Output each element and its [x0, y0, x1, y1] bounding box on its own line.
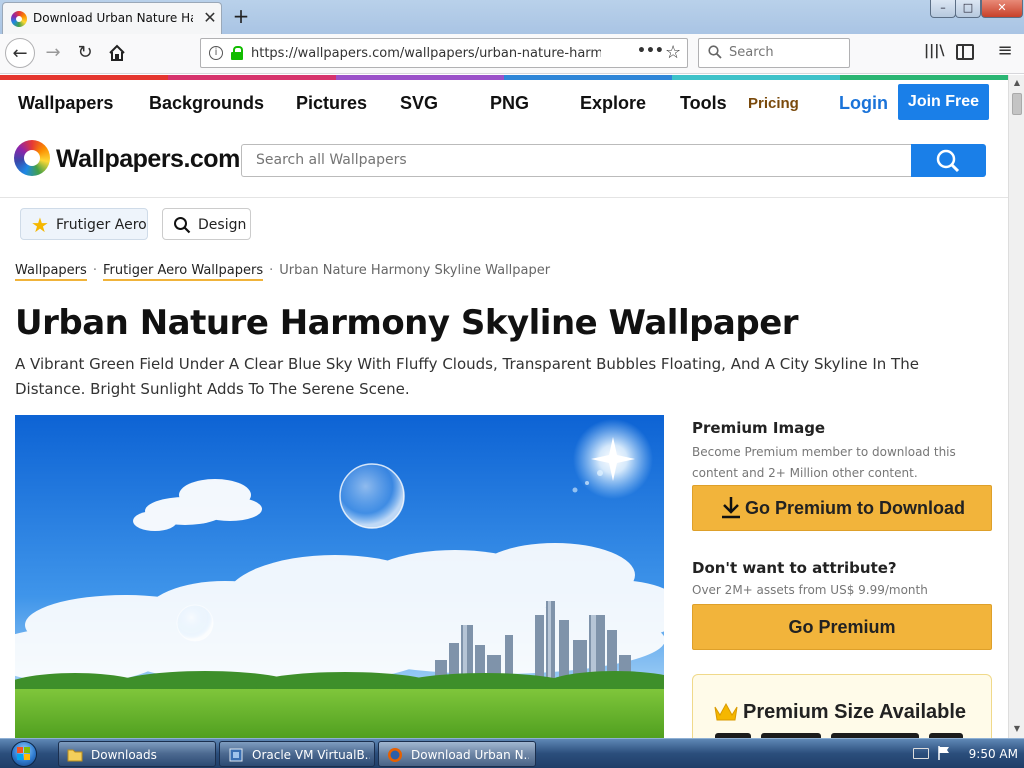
download-button-label: Go Premium to Download: [744, 498, 965, 518]
premium-panel: Premium Image Become Premium member to d…: [692, 415, 992, 738]
taskbar-clock[interactable]: 9:50 AM: [968, 747, 1018, 761]
attribution-price-text: Over 2M+ assets from US$ 9.99/month: [692, 583, 928, 597]
taskbar-label: Downloads: [91, 748, 157, 762]
minimize-button[interactable]: –: [930, 0, 956, 18]
reload-icon[interactable]: ↻: [70, 38, 100, 68]
wallpapers-favicon-icon: [11, 11, 27, 27]
breadcrumb-separator: ·: [269, 263, 274, 278]
close-window-button[interactable]: ✕: [981, 0, 1023, 18]
premium-title: Premium Image: [692, 419, 826, 437]
nav-backgrounds[interactable]: Backgrounds: [149, 93, 264, 114]
virtualbox-icon: [229, 748, 243, 762]
download-icon: [721, 497, 740, 519]
site-logo-text[interactable]: Wallpapers.com: [56, 145, 240, 174]
taskbar-item-firefox[interactable]: Download Urban N...: [378, 741, 536, 767]
scroll-up-arrow-icon[interactable]: ▲: [1009, 75, 1024, 91]
nav-pictures[interactable]: Pictures: [296, 93, 367, 114]
action-center-flag-icon[interactable]: [937, 745, 951, 761]
page-viewport: Wallpapers Backgrounds Pictures SVG PNG …: [0, 75, 1008, 738]
folder-icon: [67, 749, 83, 762]
url-text[interactable]: https://wallpapers.com/wallpapers/urban-…: [251, 46, 601, 61]
taskbar-item-virtualbox[interactable]: Oracle VM VirtualB...: [219, 741, 375, 767]
taskbar-label: Download Urban N...: [411, 748, 529, 762]
nav-png[interactable]: PNG: [490, 93, 529, 114]
search-icon: [174, 217, 191, 234]
attribution-title: Don't want to attribute?: [692, 559, 897, 577]
go-premium-download-button[interactable]: Go Premium to Download: [692, 485, 992, 531]
keyboard-icon[interactable]: [913, 748, 929, 759]
taskbar-label: Oracle VM VirtualB...: [252, 748, 370, 762]
nav-tools[interactable]: Tools: [680, 93, 727, 114]
lock-icon[interactable]: [231, 46, 243, 60]
home-icon[interactable]: [102, 38, 132, 68]
taskbar-item-downloads[interactable]: Downloads: [58, 741, 216, 767]
browser-tab[interactable]: Download Urban Nature Harmony ✕: [2, 2, 222, 34]
site-search-input[interactable]: [256, 152, 896, 168]
tag-label: Frutiger Aero: [56, 217, 147, 233]
close-tab-icon[interactable]: ✕: [201, 8, 219, 28]
browser-search-input[interactable]: [729, 45, 844, 60]
browser-navbar: ← → ↻ i https://wallpapers.com/wallpaper…: [0, 34, 1024, 74]
star-icon: ★: [31, 213, 49, 237]
premium-description: Become Premium member to download this c…: [692, 445, 956, 480]
wallpapers-logo-icon[interactable]: [14, 140, 50, 176]
header-divider: [0, 197, 1008, 198]
library-icon[interactable]: |||\: [924, 43, 944, 63]
nav-pricing[interactable]: Pricing: [748, 95, 799, 112]
crown-icon: [714, 702, 738, 721]
breadcrumb-current: Urban Nature Harmony Skyline Wallpaper: [279, 263, 551, 278]
go-premium-button[interactable]: Go Premium: [692, 604, 992, 650]
tag-frutiger-aero[interactable]: ★ Frutiger Aero: [20, 208, 148, 240]
premium-size-title: Premium Size Available: [743, 701, 967, 723]
breadcrumb: Wallpapers · Frutiger Aero Wallpapers · Urba…: [15, 263, 551, 281]
scroll-down-arrow-icon[interactable]: ▼: [1009, 721, 1024, 737]
start-button[interactable]: [4, 739, 44, 768]
premium-size-box: Premium Size Available: [692, 674, 992, 738]
site-search-box[interactable]: [241, 144, 912, 177]
page-title: Urban Nature Harmony Skyline Wallpaper: [15, 303, 799, 343]
forward-arrow-icon[interactable]: →: [38, 38, 68, 68]
search-icon: [936, 149, 960, 173]
maximize-button[interactable]: □: [955, 0, 981, 18]
nav-svg[interactable]: SVG: [400, 93, 438, 114]
url-bar[interactable]: i https://wallpapers.com/wallpapers/urba…: [200, 38, 688, 68]
sidebar-icon[interactable]: [956, 44, 974, 60]
windows-taskbar: Downloads Oracle VM VirtualB... Download…: [0, 738, 1024, 768]
tab-title: Download Urban Nature Harmony: [33, 11, 193, 25]
tag-design[interactable]: Design: [162, 208, 251, 240]
browser-search-box[interactable]: [698, 38, 850, 68]
nav-explore[interactable]: Explore: [580, 93, 646, 114]
site-navigation: Wallpapers Backgrounds Pictures SVG PNG …: [0, 80, 1008, 130]
wallpaper-preview-image[interactable]: [15, 415, 664, 738]
page-actions-icon[interactable]: •••: [637, 43, 664, 59]
page-scrollbar[interactable]: ▲ ▼: [1008, 75, 1024, 738]
menu-icon[interactable]: ≡: [994, 40, 1016, 64]
page-description: A Vibrant Green Field Under A Clear Blue…: [15, 355, 919, 398]
login-link[interactable]: Login: [839, 93, 888, 114]
breadcrumb-wallpapers[interactable]: Wallpapers: [15, 263, 87, 281]
bookmark-star-icon[interactable]: ☆: [665, 42, 685, 63]
browser-titlebar: Download Urban Nature Harmony ✕ + – □ ✕: [0, 0, 1024, 34]
new-tab-button[interactable]: +: [230, 4, 252, 28]
back-arrow-icon[interactable]: ←: [5, 38, 35, 68]
site-search-button[interactable]: [911, 144, 986, 177]
info-icon[interactable]: i: [209, 46, 223, 60]
scroll-thumb[interactable]: [1012, 93, 1022, 115]
firefox-icon: [388, 748, 402, 762]
join-free-button[interactable]: Join Free: [898, 84, 989, 120]
windows-logo-icon: [17, 747, 30, 760]
tag-label: Design: [198, 217, 247, 233]
breadcrumb-separator: ·: [92, 263, 97, 278]
breadcrumb-frutiger-aero[interactable]: Frutiger Aero Wallpapers: [102, 263, 264, 281]
search-icon: [708, 45, 722, 59]
nav-wallpapers[interactable]: Wallpapers: [18, 93, 113, 114]
